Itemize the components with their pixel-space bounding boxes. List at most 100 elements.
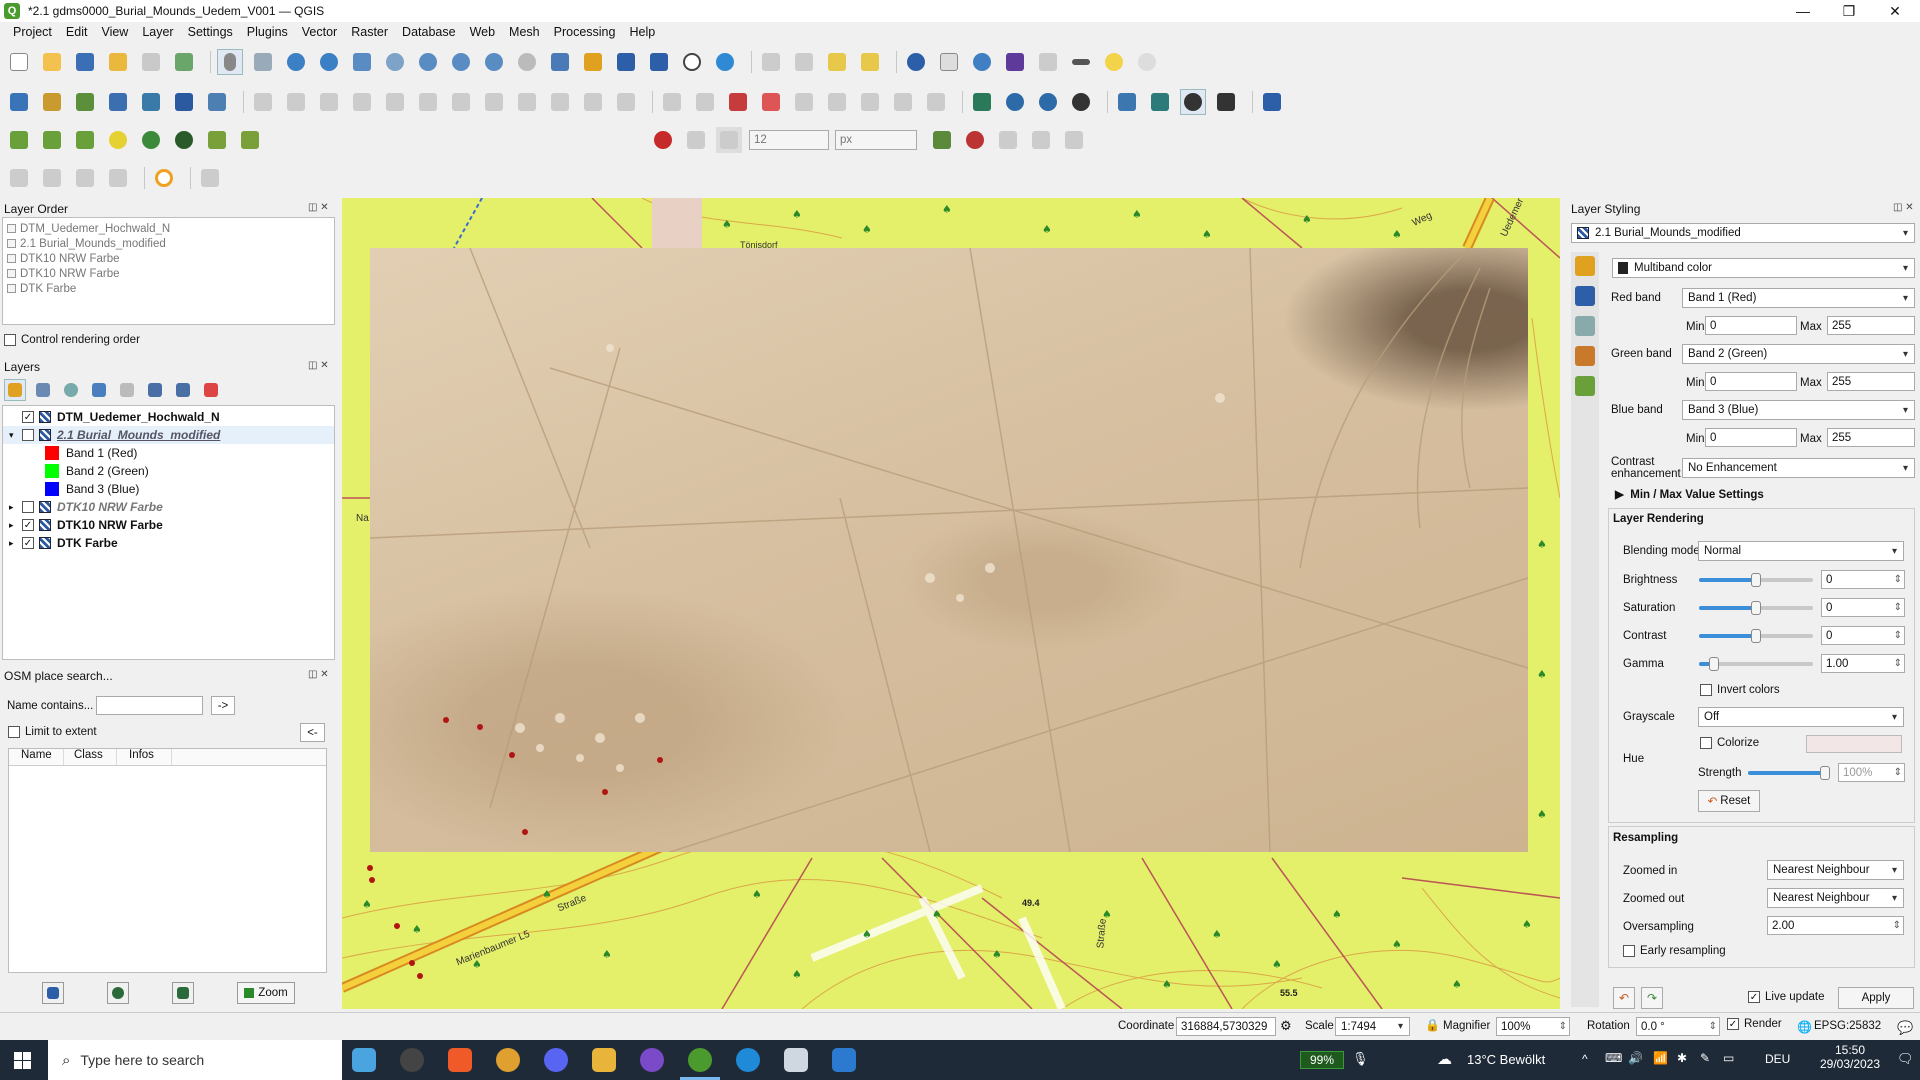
- delete-selected-icon[interactable]: [448, 89, 474, 115]
- zoom-full-icon[interactable]: [349, 49, 375, 75]
- osm-name-input[interactable]: [96, 696, 203, 715]
- wifi-icon[interactable]: 📶: [1653, 1051, 1668, 1065]
- menu-view[interactable]: View: [94, 25, 135, 39]
- contrast-spin[interactable]: 0: [1821, 626, 1905, 645]
- add-vector-layer-icon[interactable]: [72, 89, 98, 115]
- snap-tolerance-spin[interactable]: 12: [749, 130, 829, 150]
- red-max-input[interactable]: 255: [1827, 316, 1915, 335]
- save-project-icon[interactable]: [72, 49, 98, 75]
- coordinate-toggle-icon[interactable]: ⚙: [1280, 1018, 1292, 1034]
- slider-handle[interactable]: [1751, 601, 1761, 615]
- layer-order-item[interactable]: 2.1 Burial_Mounds_modified: [7, 236, 330, 251]
- globe-search-icon[interactable]: [1002, 89, 1028, 115]
- lock-scale-icon[interactable]: 🔒: [1425, 1018, 1440, 1032]
- menu-web[interactable]: Web: [463, 25, 502, 39]
- redo-style-icon[interactable]: ↷: [1641, 987, 1663, 1009]
- close-window-button[interactable]: ✕: [1872, 0, 1918, 22]
- move-label-icon[interactable]: [857, 89, 883, 115]
- expand-all-icon[interactable]: [144, 379, 166, 401]
- menu-raster[interactable]: Raster: [344, 25, 395, 39]
- minimize-button[interactable]: —: [1780, 0, 1826, 22]
- annotation-icon[interactable]: [1134, 49, 1160, 75]
- label-toolbar-icon[interactable]: [659, 89, 685, 115]
- slider-handle[interactable]: [1820, 766, 1830, 780]
- tracing-icon[interactable]: [962, 127, 988, 153]
- zoom-layer-icon[interactable]: [415, 49, 441, 75]
- keyboard-icon[interactable]: ▭: [1723, 1051, 1734, 1065]
- red-min-input[interactable]: 0: [1705, 316, 1797, 335]
- map-canvas[interactable]: ♠ ♠ ♠ ♠ ♠ ♠ ♠ ♠ ♠ ♠ ♠ ♠ ♠ ♠ ♠ ♠ ♠ ♠ ♠ ♠ ♠ ♠ ♠ ♠ ♠ ♠ ♠ ♠ ♠ ♠: [342, 198, 1560, 1009]
- globe-zoom-icon[interactable]: [1035, 89, 1061, 115]
- language-indicator[interactable]: DEU: [1765, 1052, 1790, 1066]
- layer-order-dock-buttons[interactable]: ◫ ✕: [308, 202, 329, 213]
- change-label-icon[interactable]: [923, 89, 949, 115]
- style-manager-icon[interactable]: [171, 49, 197, 75]
- show-hidden-icons[interactable]: ^: [1582, 1052, 1588, 1066]
- shape-digitize-3-icon[interactable]: [72, 127, 98, 153]
- qgis-app-icon[interactable]: [688, 1048, 712, 1072]
- expand-arrow-icon[interactable]: ▸: [9, 538, 22, 549]
- add-delimited-text-icon[interactable]: [105, 89, 131, 115]
- invert-colors[interactable]: Invert colors: [1700, 684, 1780, 696]
- symbology-tab-icon[interactable]: [1575, 256, 1595, 276]
- snap-units-combo[interactable]: px: [835, 130, 917, 150]
- select-features-icon[interactable]: [758, 49, 784, 75]
- live-update-checkbox[interactable]: ✓: [1748, 991, 1760, 1003]
- buffer-icon[interactable]: [72, 165, 98, 191]
- snap-settings-icon[interactable]: [1061, 127, 1087, 153]
- contrast-enhancement-combo[interactable]: No Enhancement: [1682, 458, 1915, 478]
- map-tips-icon[interactable]: [1101, 49, 1127, 75]
- measure-icon[interactable]: [39, 165, 65, 191]
- osm-dock-buttons[interactable]: ◫ ✕: [308, 669, 329, 680]
- gamma-spin[interactable]: 1.00: [1821, 654, 1905, 673]
- add-wms-layer-icon[interactable]: [138, 89, 164, 115]
- slider-handle[interactable]: [1709, 657, 1719, 671]
- snapping-layer-icon[interactable]: [716, 127, 742, 153]
- point-dark-icon[interactable]: [171, 127, 197, 153]
- menu-edit[interactable]: Edit: [59, 25, 95, 39]
- styling-layer-combo[interactable]: 2.1 Burial_Mounds_modified: [1571, 223, 1915, 243]
- colorize-checkbox[interactable]: [1700, 737, 1712, 749]
- zoom-in-icon[interactable]: [283, 49, 309, 75]
- maximize-button[interactable]: ❐: [1826, 0, 1872, 22]
- settings-app-icon[interactable]: [400, 1048, 424, 1072]
- temporal-controller-icon[interactable]: [679, 49, 705, 75]
- minmax-settings-toggle[interactable]: ▶ Min / Max Value Settings: [1615, 487, 1764, 501]
- python-console-icon[interactable]: [1114, 89, 1140, 115]
- green-min-input[interactable]: 0: [1705, 372, 1797, 391]
- redo-icon[interactable]: [613, 89, 639, 115]
- renderer-combo[interactable]: Multiband color: [1612, 258, 1915, 278]
- undo-style-icon[interactable]: ↶: [1613, 987, 1635, 1009]
- green-band-combo[interactable]: Band 2 (Green): [1682, 344, 1915, 364]
- battery-indicator[interactable]: 99%: [1300, 1051, 1344, 1069]
- shape-digitize-icon[interactable]: [6, 127, 32, 153]
- layers-dock-buttons[interactable]: ◫ ✕: [308, 360, 329, 371]
- transparency-tab-icon[interactable]: [1575, 286, 1595, 306]
- render-checkbox[interactable]: ✓: [1727, 1018, 1739, 1030]
- zoomed-in-combo[interactable]: Nearest Neighbour: [1767, 860, 1904, 880]
- crs-globe-icon[interactable]: 🌐: [1797, 1020, 1812, 1034]
- brightness-spin[interactable]: 0: [1821, 570, 1905, 589]
- filter-expression-icon[interactable]: [116, 379, 138, 401]
- osm-back-button[interactable]: <-: [300, 723, 325, 742]
- topology-icon[interactable]: [929, 127, 955, 153]
- taskview-app-icon[interactable]: [352, 1048, 376, 1072]
- identify-icon[interactable]: [903, 49, 929, 75]
- crs-label[interactable]: EPSG:25832: [1814, 1020, 1881, 1032]
- undo-icon[interactable]: [580, 89, 606, 115]
- intersection-icon[interactable]: [995, 127, 1021, 153]
- cut-features-icon[interactable]: [481, 89, 507, 115]
- help-icon[interactable]: [1259, 89, 1285, 115]
- measure-line-icon[interactable]: [1068, 49, 1094, 75]
- styling-dock-buttons[interactable]: ◫ ✕: [1893, 202, 1914, 213]
- volume-icon[interactable]: 🔊: [1628, 1051, 1643, 1065]
- control-rendering-checkbox[interactable]: [4, 334, 16, 346]
- history-tab-icon[interactable]: [1575, 376, 1595, 396]
- osm-table-icon[interactable]: [172, 982, 194, 1004]
- osm-search-button[interactable]: ->: [211, 696, 235, 715]
- new-bookmark-icon[interactable]: [613, 49, 639, 75]
- menu-help[interactable]: Help: [622, 25, 662, 39]
- open-project-icon[interactable]: [39, 49, 65, 75]
- file-explorer-app-icon[interactable]: [592, 1048, 616, 1072]
- georeferencer-icon[interactable]: [1147, 89, 1173, 115]
